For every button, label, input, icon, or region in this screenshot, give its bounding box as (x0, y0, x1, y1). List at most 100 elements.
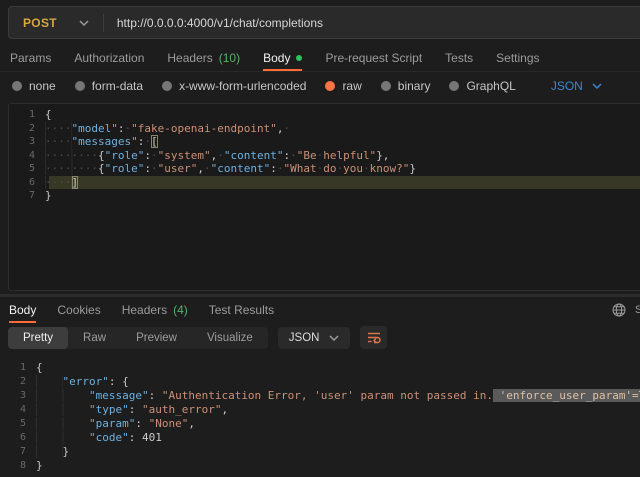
tab-label: Params (10, 51, 51, 65)
body-type-label: binary (398, 79, 431, 93)
code-line[interactable]: 1{ (9, 108, 640, 122)
line-number: 3 (9, 135, 45, 149)
code-line[interactable]: 3 "message": "Authentication Error, 'use… (0, 389, 640, 403)
response-tab-headers[interactable]: Headers(4) (122, 297, 188, 323)
body-type-none[interactable]: none (12, 79, 56, 93)
tab-label: Headers (167, 51, 212, 65)
body-type-binary[interactable]: binary (381, 79, 431, 93)
tab-label: Pre-request Script (325, 51, 422, 65)
chevron-down-icon (79, 20, 89, 26)
response-tab-test-results[interactable]: Test Results (209, 297, 274, 323)
tab-label: Settings (496, 51, 539, 65)
code-text: "param": "None", (36, 417, 195, 431)
body-type-label: GraphQL (466, 79, 515, 93)
body-type-form-data[interactable]: form-data (75, 79, 143, 93)
response-view-switcher: PrettyRawPreviewVisualize (8, 327, 268, 349)
tab-settings[interactable]: Settings (496, 45, 539, 71)
radio-icon (75, 81, 85, 91)
tab-authorization[interactable]: Authorization (74, 45, 144, 71)
line-number: 8 (0, 459, 36, 473)
request-body-editor[interactable]: 1{2····"model":·"fake-openai-endpoint",·… (8, 103, 640, 291)
radio-icon (162, 81, 172, 91)
code-text: { (45, 108, 52, 122)
tab-label: Tests (445, 51, 473, 65)
globe-icon (612, 303, 626, 317)
body-language-select[interactable]: JSON (551, 79, 602, 93)
body-type-raw[interactable]: raw (325, 79, 361, 93)
code-line[interactable]: 5········{"role":·"user",·"content":·"Wh… (9, 162, 640, 176)
response-meta-right: S (612, 297, 640, 323)
clipped-status-text: S (635, 304, 640, 316)
code-text: "code": 401 (36, 431, 162, 445)
response-tab-body[interactable]: Body (9, 297, 36, 323)
view-visualize[interactable]: Visualize (192, 327, 268, 349)
code-line[interactable]: 8} (0, 459, 640, 473)
tab-label: Body (263, 51, 290, 65)
tab-label: Headers (122, 303, 167, 317)
tab-headers[interactable]: Headers (10) (167, 45, 240, 71)
response-language-select[interactable]: JSON (278, 327, 351, 349)
code-line[interactable]: 4········{"role":·"system",·"content":·"… (9, 149, 640, 163)
code-text: ····"messages":·[ (45, 135, 158, 149)
code-text: } (45, 189, 52, 203)
code-line[interactable]: 1{ (0, 361, 640, 375)
tab-label: Authorization (74, 51, 144, 65)
response-body-editor[interactable]: 1{2 "error": {3 "message": "Authenticati… (0, 355, 640, 473)
body-type-row: none form-data x-www-form-urlencoded raw bin… (0, 72, 640, 99)
body-type-options: none form-data x-www-form-urlencoded raw bin… (12, 79, 516, 93)
tab-params[interactable]: Params (10, 45, 51, 71)
radio-icon (325, 81, 335, 91)
wrap-text-button[interactable] (360, 326, 387, 349)
code-text: { (36, 361, 43, 375)
line-number: 5 (9, 162, 45, 176)
code-text: "type": "auth_error", (36, 403, 228, 417)
code-line[interactable]: 5 "param": "None", (0, 417, 640, 431)
line-number: 2 (9, 122, 45, 136)
line-number: 4 (9, 149, 45, 163)
url-bar: POST http://0.0.0.0:4000/v1/chat/complet… (8, 6, 640, 39)
tab-body[interactable]: Body (263, 45, 302, 71)
line-number: 1 (9, 108, 45, 122)
code-line[interactable]: 4 "type": "auth_error", (0, 403, 640, 417)
body-type-graphql[interactable]: GraphQL (449, 79, 515, 93)
body-type-label: raw (342, 79, 361, 93)
response-tab-cookies[interactable]: Cookies (57, 297, 100, 323)
radio-icon (449, 81, 459, 91)
method-label: POST (23, 16, 57, 30)
body-type-label: x-www-form-urlencoded (179, 79, 306, 93)
code-line[interactable]: 6····] (9, 176, 640, 190)
url-input[interactable]: http://0.0.0.0:4000/v1/chat/completions (104, 16, 323, 30)
line-number: 5 (0, 417, 36, 431)
code-line[interactable]: 2 "error": { (0, 375, 640, 389)
code-text: ····] (45, 176, 78, 190)
body-type-label: form-data (92, 79, 143, 93)
body-language-label: JSON (551, 79, 583, 93)
code-line[interactable]: 7 } (0, 445, 640, 459)
code-line[interactable]: 3····"messages":·[ (9, 135, 640, 149)
code-text: "message": "Authentication Error, 'user'… (36, 389, 640, 403)
radio-icon (12, 81, 22, 91)
view-pretty[interactable]: Pretty (8, 327, 68, 349)
line-number: 6 (9, 176, 45, 190)
code-line[interactable]: 2····"model":·"fake-openai-endpoint",· (9, 122, 640, 136)
body-type-label: none (29, 79, 56, 93)
tab-tests[interactable]: Tests (445, 45, 473, 71)
code-line[interactable]: 6 "code": 401 (0, 431, 640, 445)
code-text: } (36, 459, 43, 473)
code-text: ········{"role":·"system",·"content":·"B… (45, 149, 389, 163)
method-selector[interactable]: POST (9, 7, 103, 38)
code-text: ····"model":·"fake-openai-endpoint",· (45, 122, 290, 136)
line-number: 1 (0, 361, 36, 375)
line-number: 3 (0, 389, 36, 403)
tab-label: Test Results (209, 303, 274, 317)
body-modified-dot-icon (296, 55, 302, 61)
code-line[interactable]: 7} (9, 189, 640, 203)
view-raw[interactable]: Raw (68, 327, 121, 349)
chevron-down-icon (329, 335, 339, 341)
body-type-x-www-form-urlencoded[interactable]: x-www-form-urlencoded (162, 79, 306, 93)
tab-count-badge: (10) (219, 51, 240, 65)
view-preview[interactable]: Preview (121, 327, 192, 349)
code-text: "error": { (36, 375, 129, 389)
postman-window: POST http://0.0.0.0:4000/v1/chat/complet… (0, 0, 640, 477)
tab-pre-request-script[interactable]: Pre-request Script (325, 45, 422, 71)
